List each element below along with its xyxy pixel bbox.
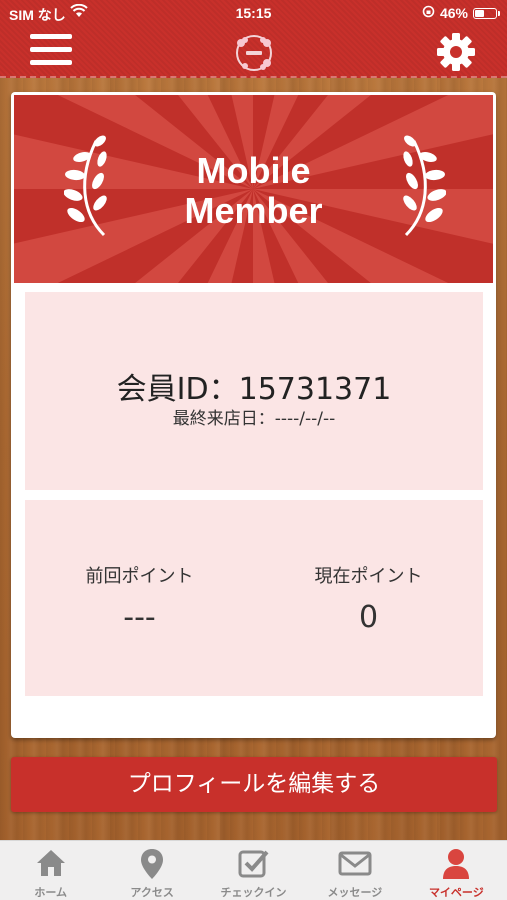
current-points-label: 現在ポイント	[314, 566, 423, 587]
app-header: SIM なし 15:15 46%	[0, 0, 507, 78]
previous-points-value: ---	[123, 600, 156, 635]
status-right: 46%	[422, 5, 500, 21]
home-icon	[35, 848, 67, 882]
previous-points-label: 前回ポイント	[85, 566, 194, 587]
banner-title-line2: Member	[184, 190, 323, 231]
status-bar: SIM なし 15:15 46%	[0, 0, 507, 28]
menu-icon[interactable]	[30, 34, 74, 68]
app-logo	[231, 32, 277, 74]
battery-icon	[473, 7, 500, 19]
tab-mypage[interactable]: マイページ	[406, 841, 507, 900]
tab-bar: ホーム アクセス チェックイン メッセージ マイページ	[0, 840, 507, 900]
member-banner: Mobile Member	[14, 95, 493, 283]
tab-mypage-label: マイページ	[428, 886, 484, 899]
tab-message[interactable]: メッセージ	[304, 841, 405, 900]
tab-home-label: ホーム	[34, 886, 68, 899]
current-points-value: 0	[358, 600, 379, 635]
banner-title: Mobile Member	[14, 151, 493, 231]
tab-access-label: アクセス	[130, 886, 174, 899]
battery-percent: 46%	[439, 5, 468, 21]
map-pin-icon	[140, 848, 164, 884]
member-card: Mobile Member 会員ID：15731371 最終来店日：----/-…	[11, 92, 496, 738]
points-panel: 前回ポイント --- 現在ポイント 0	[25, 500, 483, 696]
checkin-icon	[238, 848, 270, 882]
tab-message-label: メッセージ	[327, 886, 383, 899]
member-id-panel: 会員ID：15731371 最終来店日：----/--/--	[25, 292, 483, 490]
banner-title-line1: Mobile	[196, 150, 311, 191]
previous-points: 前回ポイント ---	[25, 562, 254, 635]
tab-checkin[interactable]: チェックイン	[203, 841, 304, 900]
last-visit-date: 最終来店日：----/--/--	[172, 409, 336, 429]
edit-profile-button[interactable]: プロフィールを編集する	[11, 757, 497, 812]
member-id: 会員ID：15731371	[116, 372, 392, 407]
user-icon	[441, 848, 471, 884]
mail-icon	[338, 848, 372, 882]
tab-access[interactable]: アクセス	[101, 841, 202, 900]
orientation-lock-icon	[422, 5, 435, 21]
current-points: 現在ポイント 0	[254, 562, 483, 635]
tab-home[interactable]: ホーム	[0, 841, 101, 900]
tab-checkin-label: チェックイン	[220, 886, 287, 899]
gear-icon[interactable]	[434, 30, 478, 74]
